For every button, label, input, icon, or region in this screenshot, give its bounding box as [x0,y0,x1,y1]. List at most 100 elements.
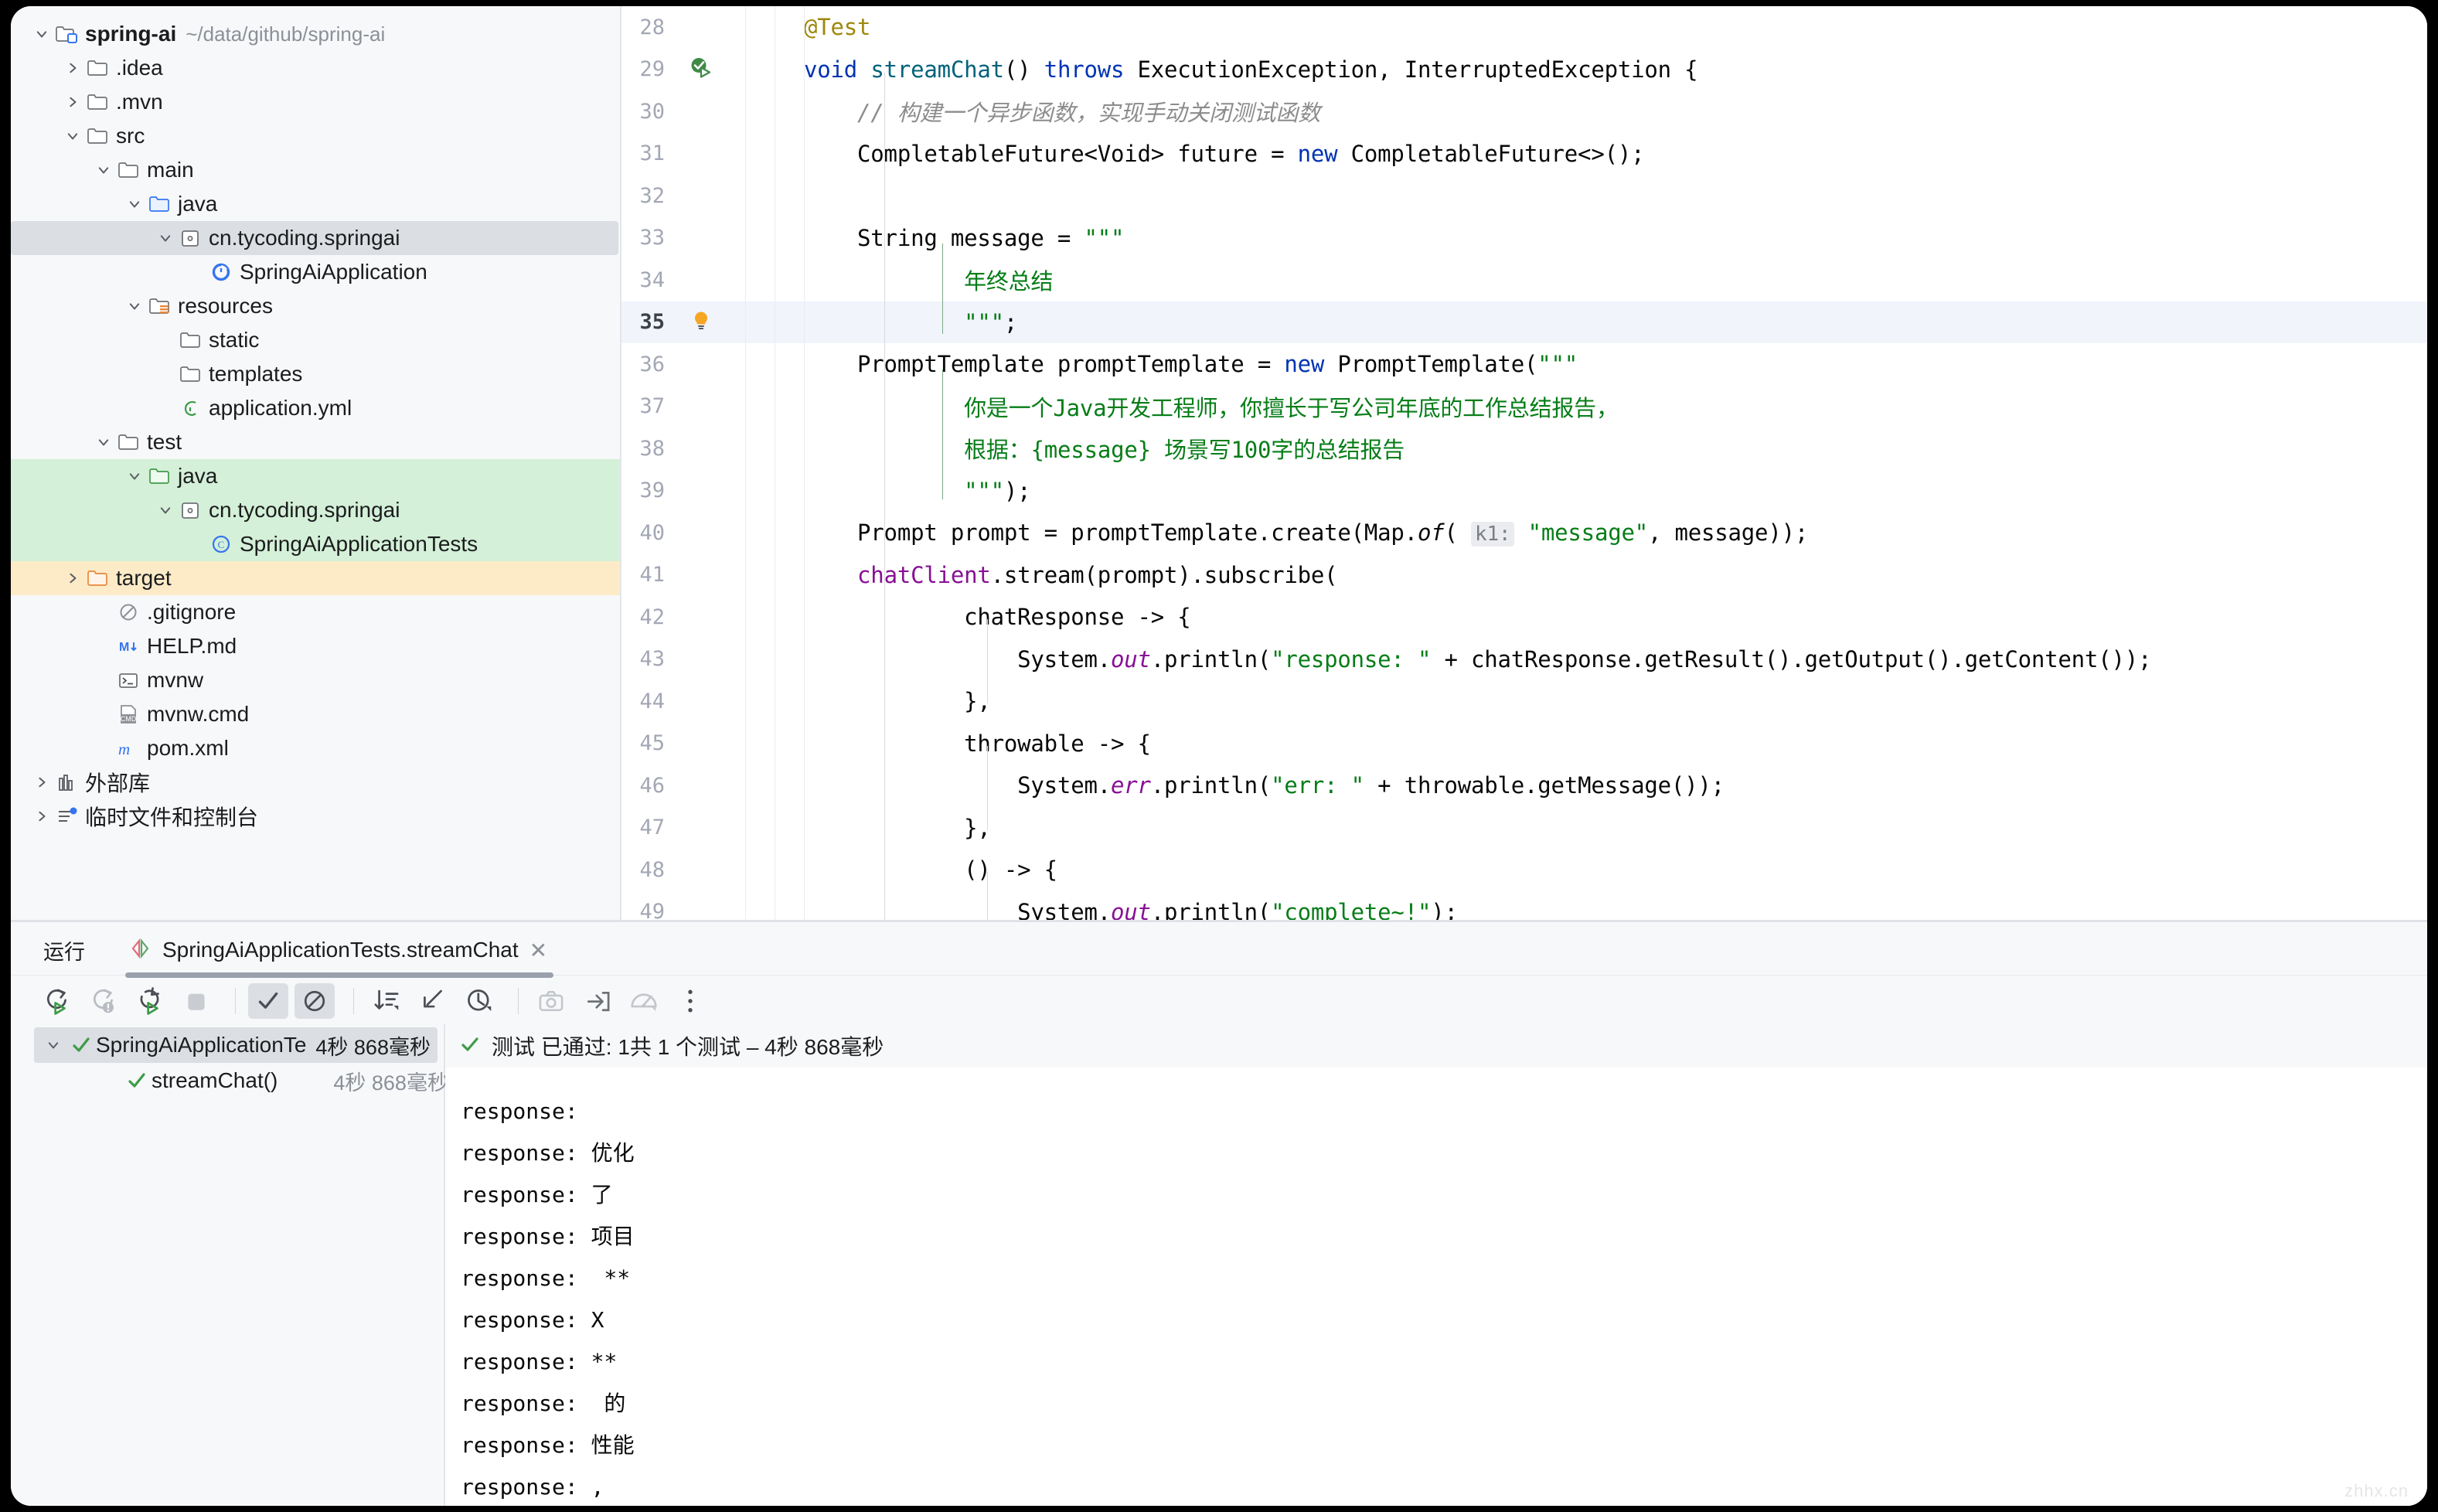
tree-item-mvnw.cmd[interactable]: CMD mvnw.cmd [11,697,620,731]
chevron-down-icon[interactable] [155,500,176,520]
code-line[interactable]: 38 根据：{message} 场景写100字的总结报告 [621,427,2427,470]
code-line[interactable]: 31 CompletableFuture<Void> future = new … [621,133,2427,175]
chevron-right-icon[interactable] [31,806,53,826]
tree-item-src[interactable]: src [11,119,620,153]
code-line[interactable]: 36 PromptTemplate promptTemplate = new P… [621,343,2427,386]
folder-icon [83,90,111,114]
code-line[interactable]: 41 chatClient.stream(prompt).subscribe( [621,554,2427,597]
tree-item-static[interactable]: static [11,323,620,357]
test-name: SpringAiApplicationTe [96,1033,307,1057]
intention-bulb-icon[interactable] [690,308,713,335]
module-folder-icon [53,22,80,46]
expand-collapse-icon[interactable] [413,983,453,1019]
chevron-down-icon[interactable] [124,296,145,316]
chevron-down-icon[interactable] [124,466,145,486]
more-options-icon[interactable] [670,983,710,1019]
test-passed-icon [66,1034,96,1057]
code-line[interactable]: 28 @Test [621,6,2427,49]
code-line[interactable]: 35 """; [621,301,2427,343]
code-line[interactable]: 48 () -> { [621,849,2427,891]
code-line[interactable]: 49 System.out.println("complete~!"); [621,891,2427,920]
code-text: // 构建一个异步函数，实现手动关闭测试函数 [857,100,1321,127]
tree-item-springaiapplicationtests[interactable]: C SpringAiApplicationTests [11,527,620,561]
tree-item-main[interactable]: main [11,153,620,187]
run-test-success-icon[interactable] [688,54,714,84]
tree-item-label: static [209,328,260,352]
tree-item-cn.tycoding.springai[interactable]: cn.tycoding.springai [11,221,618,255]
sort-by-duration-icon[interactable] [366,983,407,1019]
tab-scrollbar[interactable] [125,972,553,978]
code-line[interactable]: 33 String message = """ [621,217,2427,260]
tree-item-mvnw[interactable]: mvnw [11,663,620,697]
tree-item-外部库[interactable]: 外部库 [11,765,620,799]
chevron-right-icon[interactable] [62,58,83,78]
tree-item-java[interactable]: java [11,187,620,221]
code-line[interactable]: 46 System.err.println("err: " + throwabl… [621,765,2427,807]
tree-item-java[interactable]: java [11,459,620,493]
export-icon[interactable] [577,983,618,1019]
chevron-right-icon[interactable] [62,92,83,112]
tree-item-application.yml[interactable]: application.yml [11,391,620,425]
test-tree-row[interactable]: SpringAiApplicationTe 4秒 868毫秒 [34,1027,438,1063]
code-line[interactable]: 44 }, [621,680,2427,723]
rerun-icon[interactable] [37,983,77,1019]
tree-item-.gitignore[interactable]: .gitignore [11,595,620,629]
check-icon [459,1034,481,1059]
svg-text:C: C [218,539,225,550]
chevron-down-icon[interactable] [62,126,83,146]
line-number: 32 [639,183,665,208]
code-line[interactable]: 39 """); [621,470,2427,513]
code-line[interactable]: 43 System.out.println("response: " + cha… [621,639,2427,681]
chevron-down-icon[interactable] [40,1035,66,1055]
project-tree-panel[interactable]: spring-ai ~/data/github/spring-ai .idea .mv… [11,6,620,920]
tree-item-pom.xml[interactable]: m pom.xml [11,731,620,765]
code-line[interactable]: 40 Prompt prompt = promptTemplate.create… [621,512,2427,554]
cmd-script-icon: CMD [114,703,142,726]
code-line[interactable]: 30 // 构建一个异步函数，实现手动关闭测试函数 [621,90,2427,133]
svg-text:m: m [118,740,130,758]
toggle-auto-test-icon[interactable] [130,983,170,1019]
tree-item-springaiapplication[interactable]: SpringAiApplication [11,255,620,289]
chevron-down-icon[interactable] [93,160,114,180]
tree-item-resources[interactable]: resources [11,289,620,323]
chevron-right-icon[interactable] [62,568,83,588]
code-line[interactable]: 47 }, [621,807,2427,850]
code-line[interactable]: 45 throwable -> { [621,723,2427,765]
chevron-down-icon[interactable] [31,24,53,44]
show-passed-icon[interactable] [248,983,288,1019]
test-tree-row[interactable]: streamChat() 4秒 868毫秒 [34,1063,448,1098]
code-line[interactable]: 32 [621,175,2427,217]
tree-item-spring-ai[interactable]: spring-ai ~/data/github/spring-ai [11,17,620,51]
code-line[interactable]: 42 chatResponse -> { [621,596,2427,639]
console-line: response: 优化 [461,1140,635,1166]
tree-item-test[interactable]: test [11,425,620,459]
console-area: 测试 已通过: 1共 1 个测试 – 4秒 868毫秒 response: re… [445,1024,2427,1506]
console-line: response: 项目 [461,1224,635,1249]
close-icon[interactable]: ✕ [529,938,547,963]
chevron-right-icon[interactable] [31,772,53,792]
code-line[interactable]: 37 你是一个Java开发工程师，你擅长于写公司年底的工作总结报告， [621,386,2427,428]
chevron-down-icon[interactable] [93,432,114,452]
code-line[interactable]: 29 void streamChat() throws ExecutionExce… [621,49,2427,91]
chevron-down-icon[interactable] [124,194,145,214]
run-tab[interactable]: SpringAiApplicationTests.streamChat ✕ [128,937,547,964]
code-editor[interactable]: 28 @Test 29 void streamChat() throws Execut… [621,6,2427,920]
tree-item-help.md[interactable]: M HELP.md [11,629,620,663]
tree-item-label: main [147,158,194,182]
show-ignored-icon[interactable] [295,983,335,1019]
test-results-tree[interactable]: SpringAiApplicationTe 4秒 868毫秒 streamChat(… [11,1024,448,1506]
tree-item-临时文件和控制台[interactable]: 临时文件和控制台 [11,799,620,833]
folder-icon [83,56,111,80]
chevron-down-icon[interactable] [155,228,176,248]
code-line[interactable]: 34 年终总结 [621,259,2427,301]
tree-item-cn.tycoding.springai[interactable]: cn.tycoding.springai [11,493,620,527]
console-output[interactable]: response: response: 优化 response: 了 respons… [445,1068,2427,1506]
stop-icon [176,983,216,1019]
rerun-failed-tests-icon [83,983,124,1019]
run-toolbar[interactable] [11,978,2427,1024]
tree-item-templates[interactable]: templates [11,357,620,391]
tree-item-target[interactable]: target [11,561,620,595]
tree-item-.mvn[interactable]: .mvn [11,85,620,119]
history-icon[interactable] [459,983,499,1019]
tree-item-.idea[interactable]: .idea [11,51,620,85]
